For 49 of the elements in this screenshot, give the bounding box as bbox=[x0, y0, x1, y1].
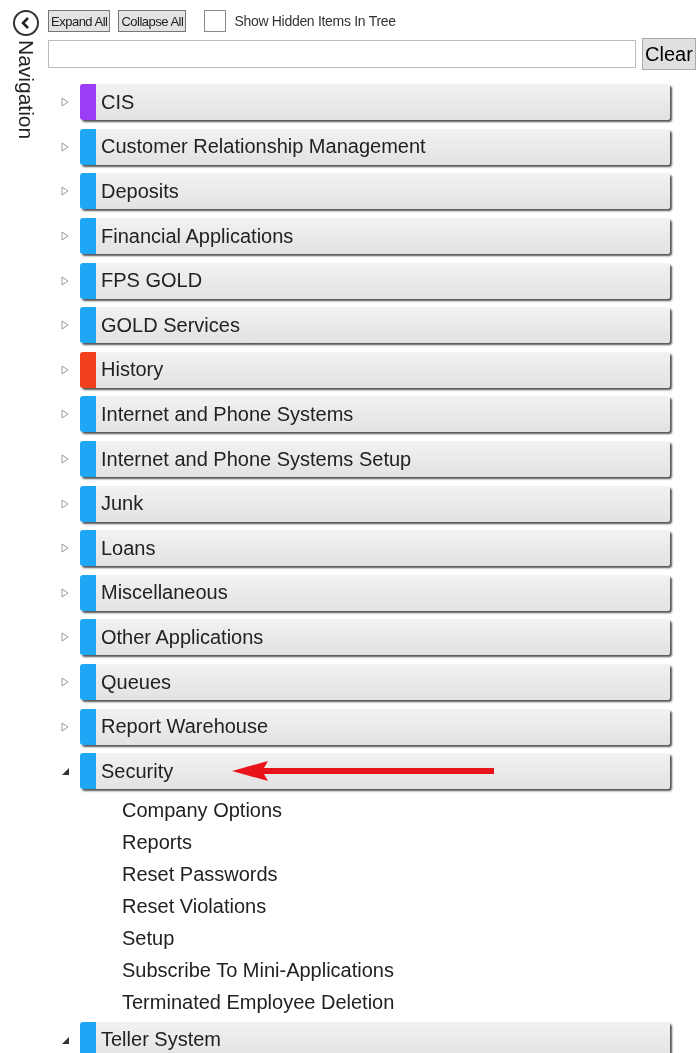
checkbox[interactable] bbox=[204, 10, 227, 32]
category-header[interactable]: Deposits bbox=[80, 173, 670, 210]
category-header[interactable]: Customer Relationship Management bbox=[80, 128, 670, 165]
category-header[interactable]: Miscellaneous bbox=[80, 574, 670, 611]
expand-all-button[interactable]: Expand All bbox=[48, 10, 111, 32]
collapse-all-button[interactable]: Collapse All bbox=[118, 10, 187, 32]
expand-triangle-icon[interactable] bbox=[60, 454, 70, 465]
expand-triangle-icon[interactable] bbox=[60, 587, 70, 598]
category-header[interactable]: GOLD Services bbox=[80, 307, 670, 344]
category-header[interactable]: CIS bbox=[80, 84, 670, 121]
category-header[interactable]: Queues bbox=[80, 664, 670, 700]
tree-item[interactable]: Reset Violations bbox=[122, 889, 267, 922]
checkbox-label: Show Hidden Items In Tree bbox=[234, 13, 396, 29]
chevron-left-icon bbox=[21, 17, 31, 29]
tree-item[interactable]: Subscribe To Mini-Applications bbox=[122, 953, 394, 986]
expand-triangle-icon[interactable] bbox=[60, 721, 70, 732]
collapse-triangle-icon[interactable] bbox=[60, 766, 70, 777]
panel-title: Navigation bbox=[14, 40, 38, 140]
back-button[interactable] bbox=[13, 10, 39, 36]
tree-item[interactable]: Reports bbox=[122, 825, 193, 858]
expand-triangle-icon[interactable] bbox=[60, 409, 70, 420]
expand-triangle-icon[interactable] bbox=[60, 543, 70, 554]
category-header[interactable]: Internet and Phone Systems bbox=[80, 396, 670, 433]
category-header[interactable]: Report Warehouse bbox=[80, 708, 670, 745]
expand-triangle-icon[interactable] bbox=[60, 141, 70, 152]
clear-button[interactable]: Clear bbox=[642, 38, 696, 70]
expand-triangle-icon[interactable] bbox=[60, 275, 70, 286]
expand-triangle-icon[interactable] bbox=[60, 320, 70, 331]
expand-triangle-icon[interactable] bbox=[60, 364, 70, 375]
category-header[interactable]: Security bbox=[80, 753, 670, 790]
category-header[interactable]: History bbox=[80, 351, 670, 388]
category-header[interactable]: Financial Applications bbox=[80, 218, 670, 255]
category-header[interactable]: Other Applications bbox=[80, 619, 670, 656]
expand-triangle-icon[interactable] bbox=[60, 97, 70, 108]
expand-triangle-icon[interactable] bbox=[60, 231, 70, 242]
category-header[interactable]: Internet and Phone Systems Setup bbox=[80, 441, 670, 478]
category-header[interactable]: Junk bbox=[80, 485, 670, 522]
category-header[interactable]: Loans bbox=[80, 530, 670, 567]
tree-item[interactable]: Reset Passwords bbox=[122, 857, 278, 890]
search-field[interactable] bbox=[48, 40, 636, 68]
expand-triangle-icon[interactable] bbox=[60, 498, 70, 509]
tree-item[interactable]: Terminated Employee Deletion bbox=[122, 985, 395, 1018]
expand-triangle-icon[interactable] bbox=[60, 677, 70, 687]
category-header[interactable]: Teller System bbox=[80, 1021, 670, 1053]
expand-triangle-icon[interactable] bbox=[60, 632, 70, 643]
category-header[interactable]: FPS GOLD bbox=[80, 262, 670, 299]
expand-triangle-icon[interactable] bbox=[60, 186, 70, 197]
tree-item[interactable]: Company Options bbox=[122, 793, 283, 826]
tree-item[interactable]: Setup bbox=[122, 921, 175, 954]
